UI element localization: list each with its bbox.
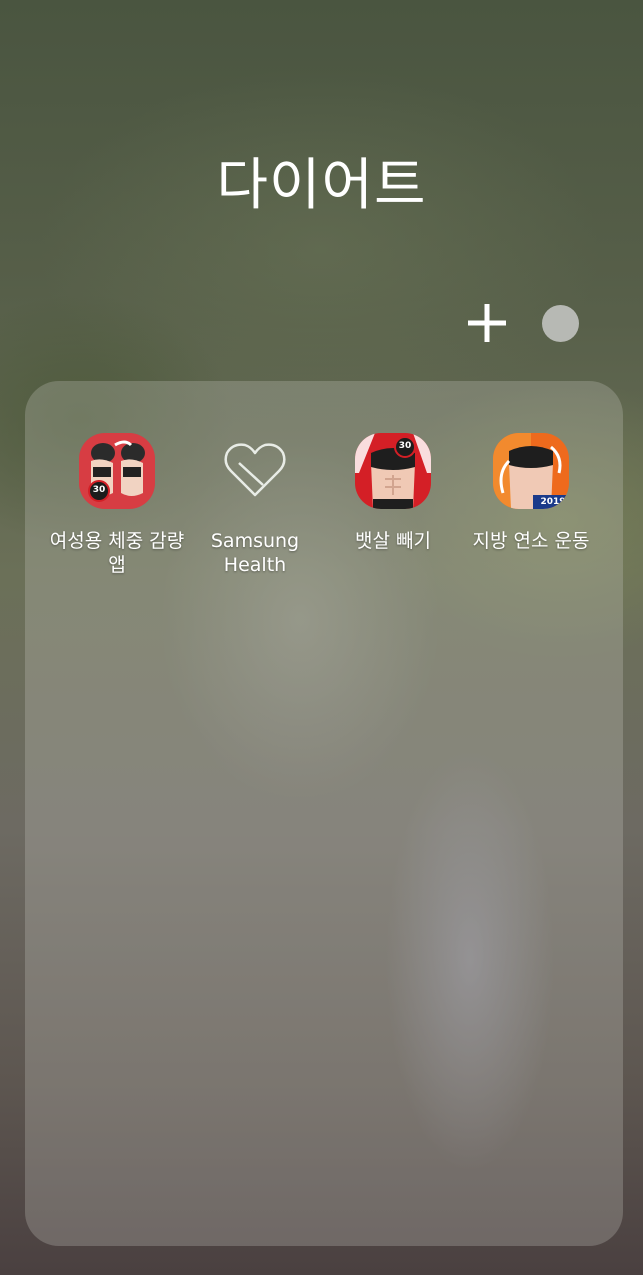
app-belly-fat[interactable]: 30 뱃살 빼기	[318, 433, 468, 553]
plus-icon	[468, 304, 506, 342]
app-label: 뱃살 빼기	[355, 530, 431, 552]
app-women-weight-loss[interactable]: 30 여성용 체중 감량 앱	[42, 433, 192, 577]
app-fat-burning[interactable]: 2019 지방 연소 운동	[456, 433, 606, 553]
badge-30: 30	[92, 485, 106, 495]
year-badge: 2019	[540, 497, 566, 507]
fat-burning-workout-icon: 2019	[493, 433, 569, 509]
app-label: 여성용 체중 감량 앱	[49, 530, 185, 576]
app-samsung-health[interactable]: Samsung Health	[180, 433, 330, 577]
folder-color-button[interactable]	[542, 305, 579, 342]
folder-title[interactable]: 다이어트	[0, 140, 643, 221]
samsung-health-heart-icon	[217, 433, 293, 509]
add-app-button[interactable]	[466, 302, 508, 344]
women-weight-loss-icon: 30	[79, 433, 155, 509]
badge-30: 30	[398, 441, 412, 451]
belly-fat-workout-icon: 30	[355, 433, 431, 509]
app-label: 지방 연소 운동	[472, 530, 590, 552]
app-label: Samsung Health	[210, 530, 300, 576]
